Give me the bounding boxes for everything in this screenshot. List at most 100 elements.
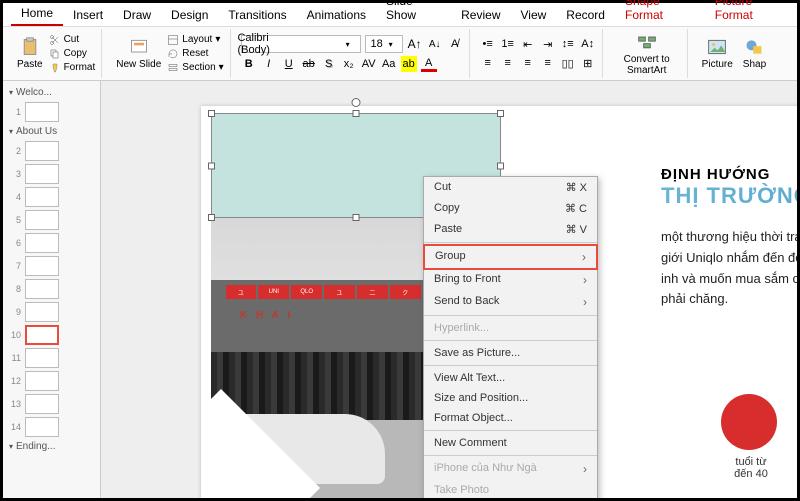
align-left-button[interactable]: ≡ <box>480 55 496 71</box>
ctx-hyperlink: Hyperlink... <box>424 318 597 338</box>
tab-record[interactable]: Record <box>556 4 615 26</box>
line-spacing-button[interactable]: ↕≡ <box>560 36 576 52</box>
slide-body: một thương hiệu thời trang Nhật Bả giới … <box>661 227 797 310</box>
caption: tuổi từđến 40 <box>701 456 797 480</box>
tab-review[interactable]: Review <box>451 4 510 26</box>
font-size-select[interactable]: 18▾ <box>365 35 403 53</box>
slide-thumb[interactable]: 9 <box>5 301 98 323</box>
ctx-new-comment[interactable]: New Comment <box>424 433 597 453</box>
slide-panel[interactable]: Welco... 1 About Us 2 3 4 5 6 7 8 9 10 1… <box>3 81 101 498</box>
ctx-paste[interactable]: Paste⌘ V <box>424 219 597 240</box>
ctx-save-picture[interactable]: Save as Picture... <box>424 343 597 363</box>
indent-dec-button[interactable]: ⇤ <box>520 36 536 52</box>
ctx-format-object[interactable]: Format Object... <box>424 408 597 428</box>
slide-title-2: THỊ TRƯỜNG MỤC T <box>661 183 797 209</box>
ctx-send-back[interactable]: Send to Back <box>424 291 597 313</box>
slide-thumb[interactable]: 2 <box>5 140 98 162</box>
indent-inc-button[interactable]: ⇥ <box>540 36 556 52</box>
resize-handle[interactable] <box>208 214 215 221</box>
tab-transitions[interactable]: Transitions <box>218 4 296 26</box>
ctx-group[interactable]: Group <box>423 244 598 270</box>
convert-smartart-button[interactable]: Convert to SmartArt <box>613 30 681 78</box>
resize-handle[interactable] <box>353 110 360 117</box>
slide-thumb[interactable]: 8 <box>5 278 98 300</box>
ribbon-tabs: Home Insert Draw Design Transitions Anim… <box>3 3 797 27</box>
align-button[interactable]: ⊞ <box>580 55 596 71</box>
ctx-iphone[interactable]: iPhone của Như Ngà <box>424 458 597 480</box>
resize-handle[interactable] <box>208 110 215 117</box>
copy-button[interactable]: Copy <box>49 47 96 61</box>
workspace: Welco... 1 About Us 2 3 4 5 6 7 8 9 10 1… <box>3 81 797 498</box>
ctx-take-photo[interactable]: Take Photo <box>424 480 597 498</box>
format-painter-button[interactable]: Format <box>49 61 96 75</box>
section-ending[interactable]: Ending... <box>5 439 98 454</box>
shadow-button[interactable]: S <box>321 56 337 72</box>
highlight-button[interactable]: ab <box>401 56 417 72</box>
slide-thumb[interactable]: 4 <box>5 186 98 208</box>
decrease-font-icon[interactable]: A↓ <box>427 36 443 52</box>
section-welcome[interactable]: Welco... <box>5 85 98 100</box>
strike-button[interactable]: ab <box>301 56 317 72</box>
tab-slideshow[interactable]: Slide Show <box>376 0 451 26</box>
paste-button[interactable]: Paste <box>13 35 47 72</box>
banner-text: K H A I <box>240 310 293 321</box>
tab-animations[interactable]: Animations <box>297 4 376 26</box>
section-about[interactable]: About Us <box>5 124 98 139</box>
slide-thumb[interactable]: 12 <box>5 370 98 392</box>
shapes-button[interactable]: Shap <box>739 35 770 72</box>
underline-button[interactable]: U <box>281 56 297 72</box>
bullets-button[interactable]: •≡ <box>480 36 496 52</box>
bold-button[interactable]: B <box>241 56 257 72</box>
slide-thumb[interactable]: 10 <box>5 324 98 346</box>
ctx-alt-text[interactable]: View Alt Text... <box>424 368 597 388</box>
cut-button[interactable]: Cut <box>49 33 96 47</box>
resize-handle[interactable] <box>353 214 360 221</box>
rotate-handle[interactable] <box>352 98 361 107</box>
tab-home[interactable]: Home <box>11 2 63 26</box>
slide-thumb[interactable]: 1 <box>5 101 98 123</box>
picture-button[interactable]: Picture <box>698 35 737 72</box>
reset-button[interactable]: Reset <box>167 47 223 61</box>
section-button[interactable]: Section ▾ <box>167 61 223 75</box>
tab-picture-format[interactable]: Picture Format <box>705 0 797 26</box>
toolbar: Paste Cut Copy Format New Slide Layout ▾… <box>3 27 797 81</box>
tab-draw[interactable]: Draw <box>113 4 161 26</box>
change-case-button[interactable]: Aa <box>381 56 397 72</box>
font-select[interactable]: Calibri (Body)▾ <box>241 35 361 53</box>
slide-thumb[interactable]: 11 <box>5 347 98 369</box>
layout-button[interactable]: Layout ▾ <box>167 33 223 47</box>
slide-thumb[interactable]: 13 <box>5 393 98 415</box>
spacing-button[interactable]: AV <box>361 56 377 72</box>
resize-handle[interactable] <box>497 110 504 117</box>
align-right-button[interactable]: ≡ <box>520 55 536 71</box>
slide-thumb[interactable]: 5 <box>5 209 98 231</box>
columns-button[interactable]: ▯▯ <box>560 55 576 71</box>
justify-button[interactable]: ≡ <box>540 55 556 71</box>
italic-button[interactable]: I <box>261 56 277 72</box>
resize-handle[interactable] <box>208 162 215 169</box>
ctx-bring-front[interactable]: Bring to Front <box>424 269 597 291</box>
align-center-button[interactable]: ≡ <box>500 55 516 71</box>
ctx-copy[interactable]: Copy⌘ C <box>424 198 597 219</box>
slide-thumb[interactable]: 7 <box>5 255 98 277</box>
ctx-size-position[interactable]: Size and Position... <box>424 388 597 408</box>
ctx-cut[interactable]: Cut⌘ X <box>424 177 597 198</box>
info-graphic <box>721 394 777 450</box>
slide-canvas[interactable]: ĐỊNH HƯỚNG THỊ TRƯỜNG MỤC T một thương h… <box>101 81 797 498</box>
tab-shape-format[interactable]: Shape Format <box>615 0 705 26</box>
subscript-button[interactable]: x₂ <box>341 56 357 72</box>
slide-thumb[interactable]: 6 <box>5 232 98 254</box>
font-color-button[interactable]: A <box>421 56 437 72</box>
clear-format-icon[interactable]: A̸ <box>447 36 463 52</box>
numbering-button[interactable]: 1≡ <box>500 36 516 52</box>
context-menu: Cut⌘ X Copy⌘ C Paste⌘ V Group Bring to F… <box>423 176 598 498</box>
slide-thumb[interactable]: 14 <box>5 416 98 438</box>
resize-handle[interactable] <box>497 162 504 169</box>
increase-font-icon[interactable]: A↑ <box>407 36 423 52</box>
text-direction-button[interactable]: A↕ <box>580 36 596 52</box>
tab-design[interactable]: Design <box>161 4 218 26</box>
slide-thumb[interactable]: 3 <box>5 163 98 185</box>
new-slide-button[interactable]: New Slide <box>112 35 165 72</box>
tab-insert[interactable]: Insert <box>63 4 113 26</box>
tab-view[interactable]: View <box>511 4 557 26</box>
